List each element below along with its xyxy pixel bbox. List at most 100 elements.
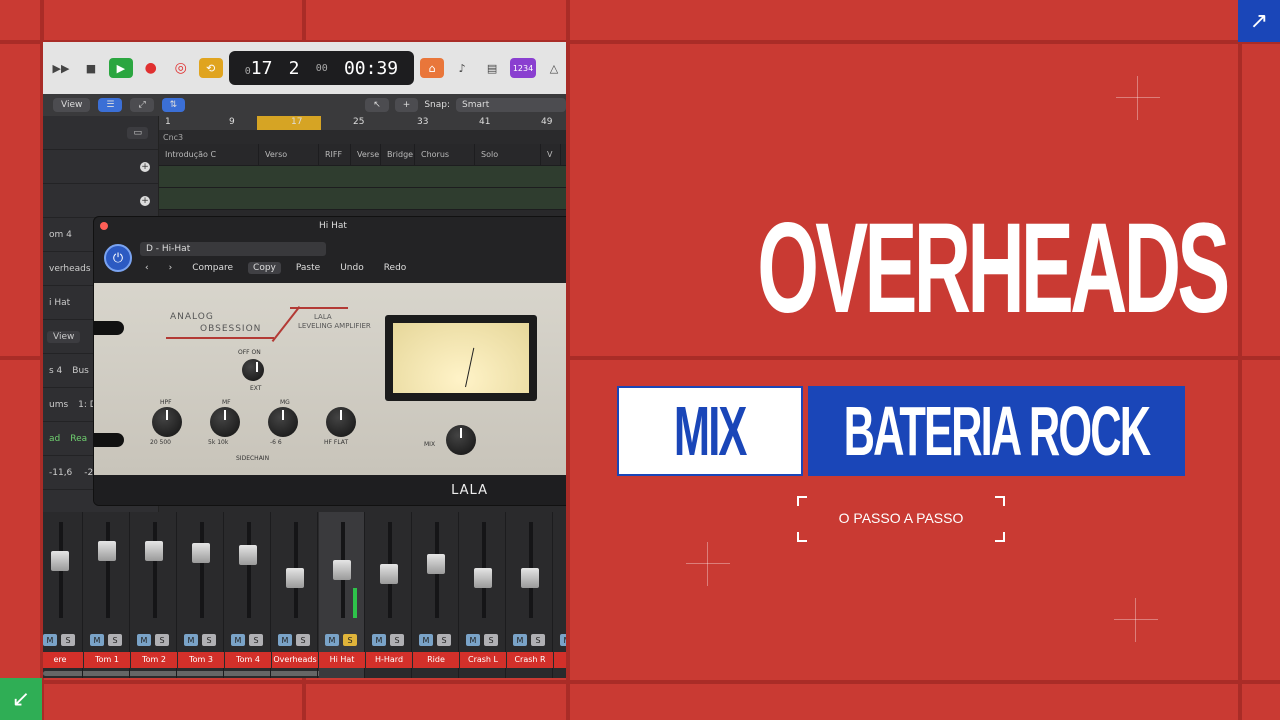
fader-handle[interactable] bbox=[474, 567, 492, 588]
plugin-title-bar[interactable]: Hi Hat bbox=[94, 217, 566, 235]
mf-knob[interactable] bbox=[210, 407, 240, 437]
fader-handle[interactable] bbox=[98, 541, 116, 561]
mute-button[interactable]: M bbox=[325, 634, 339, 646]
view-menu[interactable]: View bbox=[53, 98, 91, 112]
tune-fork-icon[interactable]: ♪ bbox=[450, 58, 474, 78]
undo-button[interactable]: Undo bbox=[335, 262, 369, 274]
channel-strip[interactable]: M S Tom 4 bbox=[225, 512, 271, 678]
snap-select[interactable]: Smart bbox=[456, 98, 566, 112]
solo-button[interactable]: S bbox=[249, 634, 263, 646]
track-header[interactable]: + bbox=[43, 184, 158, 218]
solo-button[interactable]: S bbox=[296, 634, 310, 646]
track-header[interactable]: ▭ bbox=[43, 116, 158, 150]
paste-button[interactable]: Paste bbox=[291, 262, 325, 274]
track-header[interactable]: + bbox=[43, 150, 158, 184]
channel-name[interactable]: Hi Hat bbox=[319, 652, 365, 668]
solo-button[interactable]: S bbox=[343, 634, 357, 646]
add-icon[interactable]: + bbox=[140, 161, 150, 172]
mix-knob[interactable] bbox=[446, 425, 476, 455]
channel-strip[interactable]: M S Tom 3 bbox=[178, 512, 224, 678]
channel-strip[interactable]: M S Hi Hat bbox=[319, 512, 365, 678]
record-button[interactable]: ● bbox=[139, 58, 163, 78]
fader-handle[interactable] bbox=[192, 542, 210, 563]
catch-icon[interactable]: ⇅ bbox=[161, 98, 186, 112]
add-icon[interactable]: + bbox=[140, 195, 150, 206]
pointer-tool-icon[interactable]: ↖ bbox=[365, 98, 389, 112]
global-tracks-icon[interactable]: ▭ bbox=[127, 126, 148, 139]
solo-button[interactable]: S bbox=[390, 634, 404, 646]
mute-button[interactable]: M bbox=[137, 634, 151, 646]
fader-handle[interactable] bbox=[333, 560, 351, 580]
mute-button[interactable]: M bbox=[184, 634, 198, 646]
channel-name[interactable]: Crash R bbox=[507, 652, 553, 668]
channel-name[interactable]: Ride bbox=[413, 652, 459, 668]
mute-button[interactable]: M bbox=[278, 634, 292, 646]
mute-button[interactable]: M bbox=[43, 634, 57, 646]
marker[interactable]: Introdução C bbox=[159, 144, 259, 165]
next-preset-icon[interactable]: › bbox=[164, 262, 178, 274]
list-view-icon[interactable]: ☰ bbox=[98, 98, 123, 112]
crosshair-tool-icon[interactable]: + bbox=[394, 98, 419, 112]
solo-button[interactable]: S bbox=[202, 634, 216, 646]
region-lane[interactable] bbox=[159, 188, 566, 210]
mg-knob[interactable] bbox=[268, 407, 298, 437]
fader-track[interactable] bbox=[106, 522, 110, 618]
marker[interactable]: Chorus bbox=[415, 144, 475, 165]
channel-strip[interactable]: M S H-Hard bbox=[366, 512, 412, 678]
compare-button[interactable]: Compare bbox=[187, 262, 238, 274]
solo-button[interactable]: S bbox=[61, 634, 75, 646]
mute-button[interactable]: M bbox=[419, 634, 433, 646]
channel-name[interactable]: Tom 2 bbox=[131, 652, 177, 668]
mute-button[interactable]: M bbox=[466, 634, 480, 646]
stop-icon[interactable]: ■ bbox=[79, 58, 103, 78]
channel-strip[interactable]: MSC-Ha bbox=[554, 512, 566, 678]
fast-forward-icon[interactable]: ▶▶ bbox=[49, 58, 73, 78]
plugin-window[interactable]: Hi Hat ⏻ D - Hi-Hat ‹ › Compare Copy Pas… bbox=[93, 216, 566, 506]
automation-icon[interactable]: ⤢ bbox=[130, 98, 154, 112]
cycle-button[interactable]: ⟲ bbox=[198, 58, 223, 78]
fader-track[interactable] bbox=[200, 522, 204, 618]
channel-strip[interactable]: M S Overheads bbox=[272, 512, 318, 678]
list-editor-icon[interactable]: ▤ bbox=[480, 58, 504, 78]
preset-select[interactable]: D - Hi-Hat bbox=[140, 242, 326, 256]
marker[interactable]: RIFF bbox=[319, 144, 351, 165]
fader-handle[interactable] bbox=[427, 553, 445, 574]
metronome-icon[interactable]: △ bbox=[542, 58, 566, 78]
sidechain-source-knob[interactable] bbox=[242, 359, 264, 381]
count-in-badge[interactable]: 1234 bbox=[510, 58, 536, 78]
marker[interactable]: V bbox=[541, 144, 561, 165]
cycle-region[interactable] bbox=[257, 116, 321, 130]
copy-button[interactable]: Copy bbox=[248, 262, 281, 274]
channel-name[interactable]: Tom 3 bbox=[178, 652, 224, 668]
channel-name[interactable]: C-Ha bbox=[554, 652, 566, 668]
channel-strip[interactable]: M S Ride bbox=[413, 512, 459, 678]
solo-button[interactable]: S bbox=[108, 634, 122, 646]
tuner-icon[interactable]: ⌂ bbox=[420, 58, 445, 78]
play-button[interactable]: ▶ bbox=[108, 58, 133, 78]
fader-handle[interactable] bbox=[380, 563, 398, 584]
solo-button[interactable]: S bbox=[437, 634, 451, 646]
lcd-display[interactable]: 017 2 00 00:39 bbox=[228, 51, 415, 85]
marker[interactable]: Verse bbox=[351, 144, 381, 165]
channel-name[interactable]: H-Hard bbox=[366, 652, 412, 668]
channel-strip[interactable]: M S Tom 2 bbox=[131, 512, 177, 678]
mute-button[interactable]: M bbox=[513, 634, 527, 646]
region-lane[interactable] bbox=[159, 166, 566, 188]
solo-button[interactable]: S bbox=[484, 634, 498, 646]
prev-preset-icon[interactable]: ‹ bbox=[140, 262, 154, 274]
redo-button[interactable]: Redo bbox=[379, 262, 412, 274]
channel-name[interactable]: Crash L bbox=[460, 652, 506, 668]
capture-record-icon[interactable]: ◎ bbox=[169, 58, 193, 78]
marker[interactable]: Verso bbox=[259, 144, 319, 165]
mute-button[interactable]: M bbox=[560, 634, 566, 646]
mute-button[interactable]: M bbox=[372, 634, 386, 646]
marker[interactable]: Bridge bbox=[381, 144, 415, 165]
fader-handle[interactable] bbox=[286, 567, 304, 588]
power-icon[interactable]: ⏻ bbox=[104, 244, 132, 272]
mute-button[interactable]: M bbox=[90, 634, 104, 646]
view-menu-2[interactable]: View bbox=[47, 330, 81, 343]
channel-name[interactable]: Tom 4 bbox=[225, 652, 271, 668]
solo-button[interactable]: S bbox=[155, 634, 169, 646]
fader-handle[interactable] bbox=[51, 550, 69, 571]
fader-track[interactable] bbox=[153, 522, 157, 618]
